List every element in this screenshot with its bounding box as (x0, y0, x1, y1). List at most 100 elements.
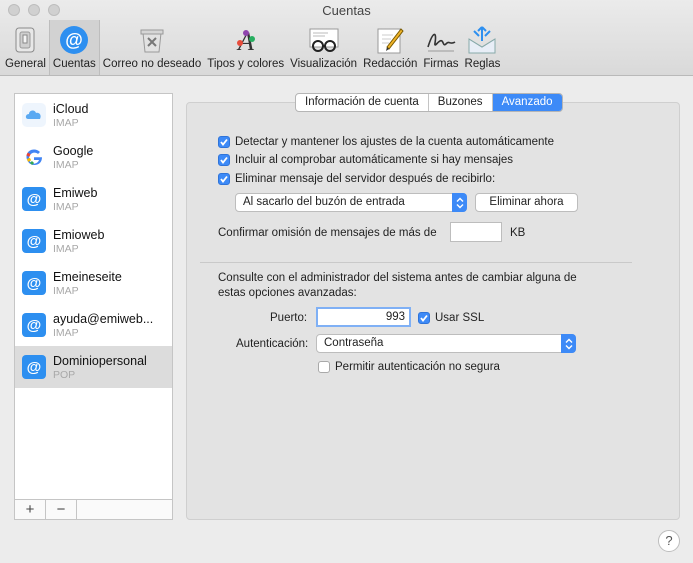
include-check-checkbox[interactable] (218, 154, 230, 166)
account-type: IMAP (53, 200, 79, 213)
detect-settings-option: Detectar y mantener los ajustes de la cu… (218, 136, 554, 148)
tab-mailboxes[interactable]: Buzones (429, 94, 493, 111)
account-name: Emeineseite (53, 269, 122, 284)
compose-icon (374, 25, 406, 55)
help-button[interactable]: ? (658, 530, 680, 552)
toolbar-label: Correo no deseado (102, 58, 202, 70)
insecure-auth-option: Permitir autenticación no segura (318, 361, 500, 373)
port-field[interactable]: 993 (316, 307, 411, 327)
use-ssl-option: Usar SSL (418, 312, 484, 324)
account-item-ayuda[interactable]: @ ayuda@emiweb... IMAP (15, 304, 172, 346)
remove-from-server-checkbox[interactable] (218, 173, 230, 185)
checkmark-icon (220, 175, 228, 183)
detect-settings-checkbox[interactable] (218, 136, 230, 148)
use-ssl-checkbox[interactable] (418, 312, 430, 324)
account-list-controls: + − (15, 499, 172, 519)
authentication-select[interactable]: Contraseña (316, 334, 576, 353)
include-check-option: Incluir al comprobar automáticamente si … (218, 154, 513, 166)
preferences-toolbar: General @ Cuentas Correo no deseado A Ti… (2, 20, 503, 75)
toolbar-rules[interactable]: Reglas (462, 20, 504, 75)
chevron-updown-icon (561, 334, 576, 353)
title-bar: Cuentas General @ Cuentas Correo no dese… (0, 0, 693, 76)
include-check-label: Incluir al comprobar automáticamente si … (235, 154, 514, 166)
google-icon (22, 145, 46, 169)
svg-text:@: @ (27, 191, 42, 208)
glasses-icon (308, 25, 340, 55)
toolbar-label: Reglas (464, 58, 501, 70)
remove-now-button[interactable]: Eliminar ahora (475, 193, 578, 212)
at-icon: @ (22, 313, 46, 337)
section-divider (200, 262, 632, 263)
svg-text:@: @ (66, 30, 84, 50)
checkmark-icon (220, 156, 228, 164)
toolbar-label: Cuentas (52, 58, 96, 70)
use-ssl-label: Usar SSL (435, 312, 485, 324)
account-name: Emiweb (53, 185, 98, 200)
size-unit-label: KB (510, 227, 526, 239)
detect-settings-label: Detectar y mantener los ajustes de la cu… (235, 136, 554, 148)
at-icon: @ (58, 25, 90, 55)
account-item-emiweb[interactable]: @ Emiweb IMAP (15, 178, 172, 220)
account-item-icloud[interactable]: iCloud IMAP (15, 94, 172, 136)
size-limit-field[interactable] (450, 222, 502, 242)
window-title: Cuentas (322, 3, 371, 18)
account-type: IMAP (53, 116, 79, 129)
remove-account-button[interactable]: − (46, 500, 77, 519)
account-name: ayuda@emiweb... (53, 311, 154, 326)
authentication-value: Contraseña (324, 337, 384, 349)
account-type: IMAP (53, 158, 79, 171)
account-name: Dominiopersonal (53, 353, 147, 368)
icloud-icon (22, 103, 46, 127)
insecure-auth-checkbox[interactable] (318, 361, 330, 373)
at-icon: @ (22, 271, 46, 295)
remove-from-server-label: Eliminar mensaje del servidor después de… (235, 173, 496, 185)
junk-icon (136, 25, 168, 55)
toolbar-viewing[interactable]: Visualización (287, 20, 360, 75)
accounts-list: iCloud IMAP Google IMAP @ Emiweb IMAP @ Emi… (14, 93, 173, 520)
tab-account-info[interactable]: Información de cuenta (296, 94, 429, 111)
at-icon: @ (22, 229, 46, 253)
account-tabs: Información de cuenta Buzones Avanzado (295, 93, 563, 112)
toolbar-general[interactable]: General (2, 20, 49, 75)
account-name: Emioweb (53, 227, 105, 242)
account-name: Google (53, 143, 94, 158)
admin-notice-line2: estas opciones avanzadas: (218, 287, 357, 299)
toolbar-label: Firmas (423, 58, 459, 70)
account-type: IMAP (53, 326, 79, 339)
account-item-emioweb[interactable]: @ Emioweb IMAP (15, 220, 172, 262)
checkmark-icon (220, 138, 228, 146)
account-item-dominiopersonal[interactable]: @ Dominiopersonal POP (15, 346, 172, 388)
account-type: IMAP (53, 284, 79, 297)
toolbar-junk[interactable]: Correo no deseado (100, 20, 204, 75)
toolbar-fonts-colors[interactable]: A Tipos y colores (204, 20, 287, 75)
svg-text:@: @ (27, 359, 42, 376)
account-item-emeineseite[interactable]: @ Emeineseite IMAP (15, 262, 172, 304)
chevron-updown-icon (452, 193, 467, 212)
port-label: Puerto: (270, 312, 308, 324)
account-type: POP (53, 368, 76, 381)
authentication-label: Autenticación: (236, 338, 309, 350)
at-icon: @ (22, 355, 46, 379)
svg-text:@: @ (27, 275, 42, 292)
remove-when-select[interactable]: Al sacarlo del buzón de entrada (235, 193, 467, 212)
toolbar-signatures[interactable]: Firmas (420, 20, 461, 75)
toolbar-label: General (5, 58, 46, 70)
signature-icon (425, 25, 457, 55)
toolbar-composing[interactable]: Redacción (360, 20, 420, 75)
account-type: IMAP (53, 242, 79, 255)
svg-text:@: @ (27, 317, 42, 334)
add-account-button[interactable]: + (15, 500, 46, 519)
at-icon: @ (22, 187, 46, 211)
admin-notice-line1: Consulte con el administrador del sistem… (218, 272, 577, 284)
size-limit-label: Confirmar omisión de mensajes de más de (218, 227, 437, 239)
toolbar-label: Tipos y colores (207, 58, 285, 70)
general-icon (9, 25, 41, 55)
tab-advanced[interactable]: Avanzado (492, 94, 562, 111)
insecure-auth-label: Permitir autenticación no segura (335, 361, 500, 373)
remove-from-server-option: Eliminar mensaje del servidor después de… (218, 173, 495, 185)
toolbar-accounts[interactable]: @ Cuentas (48, 20, 100, 75)
rules-icon (466, 25, 498, 55)
account-item-google[interactable]: Google IMAP (15, 136, 172, 178)
account-name: iCloud (53, 101, 89, 116)
toolbar-label: Visualización (290, 58, 358, 70)
